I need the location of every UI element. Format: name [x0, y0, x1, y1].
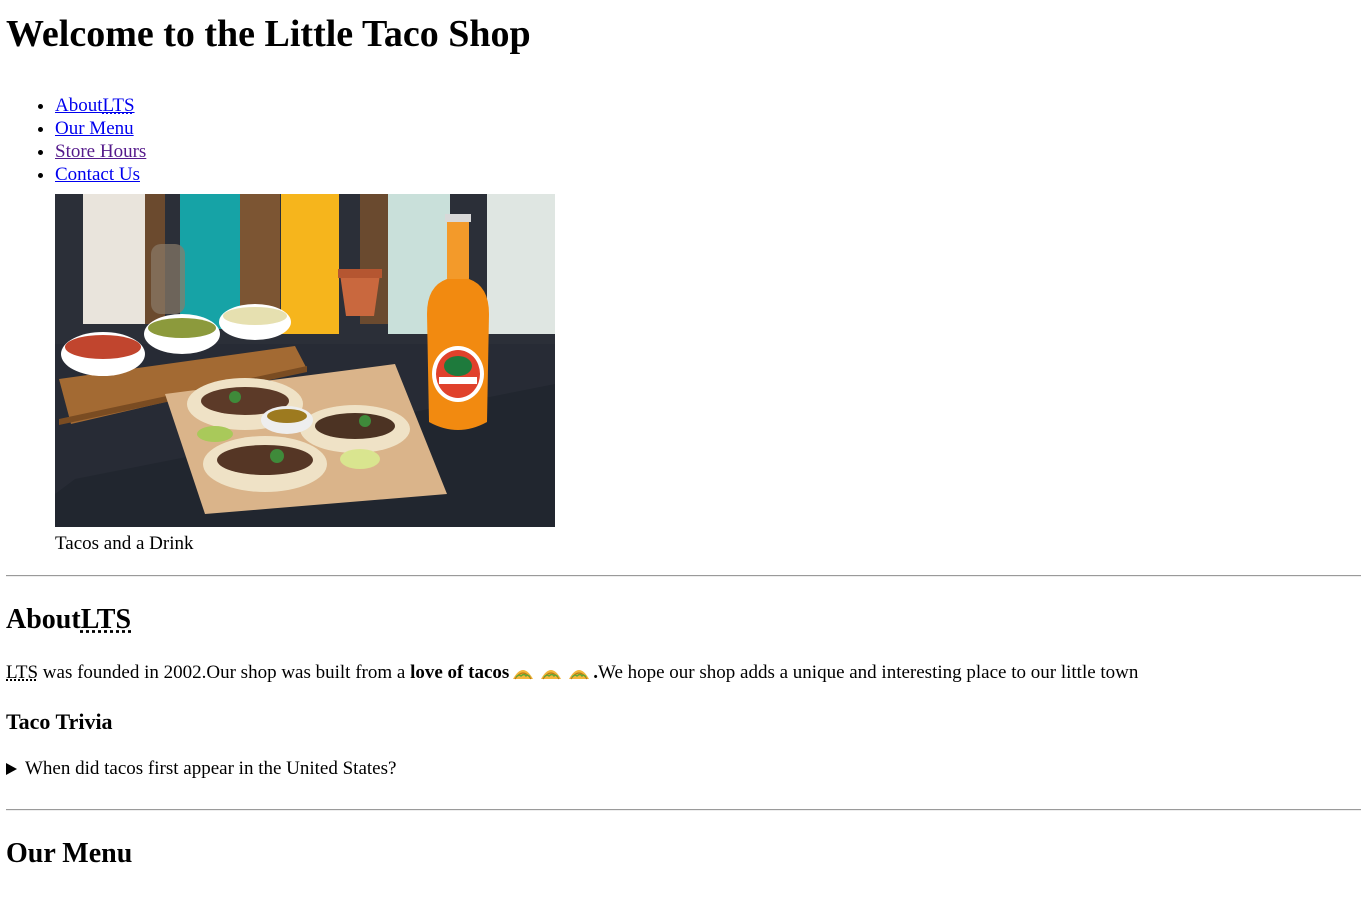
- trivia-heading: Taco Trivia: [6, 709, 113, 734]
- menu-section: Our Menu: [6, 837, 1361, 871]
- about-heading-abbr: LTS: [80, 604, 132, 635]
- nav-list: AboutLTS Our Menu Store Hours Contact Us: [6, 94, 1361, 186]
- section-divider: [6, 809, 1361, 811]
- taco-icon: [513, 670, 534, 680]
- taco-icon: [541, 670, 562, 680]
- menu-heading: Our Menu: [6, 838, 133, 869]
- nav-item-about: AboutLTS: [55, 94, 1361, 117]
- nav-link-about[interactable]: AboutLTS: [55, 95, 135, 116]
- section-divider: [6, 575, 1361, 577]
- nav-link-contact[interactable]: Contact Us: [55, 164, 140, 185]
- trivia-details[interactable]: When did tacos first appear in the Unite…: [6, 757, 1361, 781]
- taco-icon: [569, 670, 590, 680]
- nav-link-menu[interactable]: Our Menu: [55, 118, 134, 139]
- nav-item-hours: Store Hours: [55, 140, 1361, 163]
- page-title: Welcome to the Little Taco Shop: [6, 13, 531, 55]
- about-bold-text: love of tacos: [410, 662, 510, 683]
- trivia-summary[interactable]: When did tacos first appear in the Unite…: [25, 757, 396, 781]
- about-section: AboutLTS LTS was founded in 2002.Our sho…: [6, 603, 1361, 781]
- nav-link-about-text: About: [55, 95, 103, 116]
- figure-caption: Tacos and a Drink: [55, 533, 194, 554]
- lts-abbr: LTS: [6, 662, 39, 683]
- about-bold: love of tacos.: [410, 662, 598, 683]
- nav-link-hours[interactable]: Store Hours: [55, 141, 146, 162]
- disclosure-triangle-icon[interactable]: [6, 763, 17, 775]
- main-nav: AboutLTS Our Menu Store Hours Contact Us: [6, 94, 1361, 186]
- about-paragraph: LTS was founded in 2002.Our shop was bui…: [6, 661, 1361, 685]
- page: Welcome to the Little Taco Shop AboutLTS…: [0, 0, 1361, 871]
- hero-figure: Tacos and a Drink: [55, 194, 555, 555]
- about-heading: AboutLTS: [6, 603, 1361, 637]
- about-text-2: We hope our shop adds a unique and inter…: [598, 662, 1139, 683]
- nav-item-menu: Our Menu: [55, 117, 1361, 140]
- nav-link-about-abbr: LTS: [102, 95, 135, 116]
- tacos-and-drink-photo: [55, 194, 555, 527]
- nav-item-contact: Contact Us: [55, 163, 1361, 186]
- about-heading-text: About: [6, 604, 81, 635]
- about-text-1: was founded in 2002.Our shop was built f…: [38, 662, 411, 683]
